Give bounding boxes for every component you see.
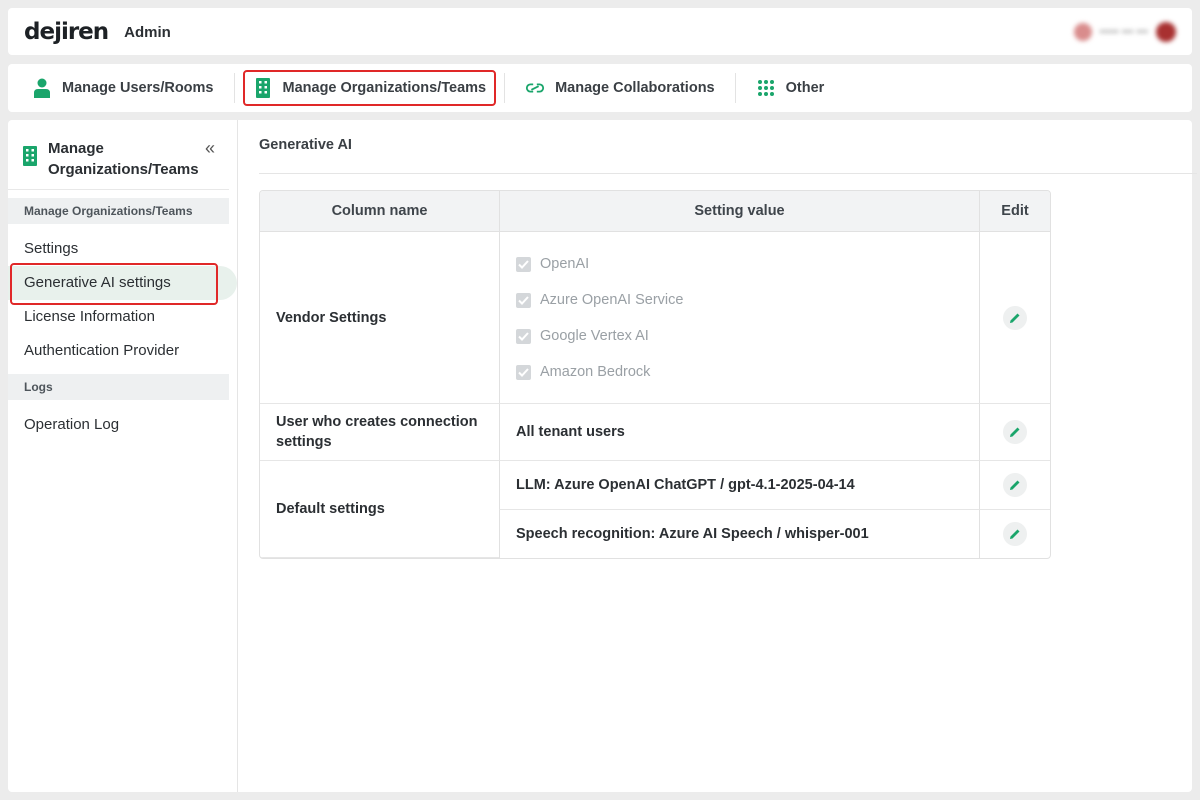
- top-nav: Manage Users/Rooms Manage Organizations/…: [8, 64, 1192, 112]
- link-icon: [525, 78, 545, 98]
- column-header: Column name: [260, 191, 499, 232]
- row-value: LLM: Azure OpenAI ChatGPT / gpt-4.1-2025…: [499, 461, 979, 510]
- grid-dots-icon: [756, 78, 776, 98]
- vendor-label: Amazon Bedrock: [540, 364, 651, 380]
- sidebar-section-header: Manage Organizations/Teams: [8, 198, 229, 224]
- table-row: Default settings LLM: Azure OpenAI ChatG…: [260, 461, 1050, 558]
- sidebar-title: Manage Organizations/Teams: [48, 140, 199, 178]
- row-name: Vendor Settings: [260, 232, 499, 404]
- edit-cell: [979, 232, 1050, 404]
- row-value: All tenant users: [499, 404, 979, 461]
- nav-manage-collaborations[interactable]: Manage Collaborations: [513, 70, 727, 106]
- vendor-label: Google Vertex AI: [540, 328, 649, 344]
- nav-manage-organizations-teams[interactable]: Manage Organizations/Teams: [242, 70, 497, 106]
- row-value: Speech recognition: Azure AI Speech / wh…: [499, 510, 979, 558]
- column-header: Setting value: [499, 191, 979, 232]
- vendor-checkbox-item: Amazon Bedrock: [516, 354, 963, 390]
- divider: [233, 73, 235, 103]
- app-title: Admin: [124, 24, 171, 41]
- avatar: [1156, 21, 1176, 42]
- nav-label: Manage Users/Rooms: [62, 80, 214, 96]
- vendor-checkbox-item: Azure OpenAI Service: [516, 282, 963, 318]
- settings-table: Column name Setting value Edit Vendor Se…: [259, 190, 1051, 559]
- vendor-checkbox-item: Google Vertex AI: [516, 318, 963, 354]
- checkbox-checked-icon: [516, 364, 531, 380]
- checkbox-checked-icon: [516, 328, 531, 344]
- nav-manage-users-rooms[interactable]: Manage Users/Rooms: [20, 70, 226, 106]
- sidebar: Manage Organizations/Teams « Manage Orga…: [8, 120, 238, 792]
- user-icon: [32, 78, 52, 98]
- edit-cell: [979, 461, 1050, 510]
- collapse-sidebar-icon[interactable]: «: [205, 139, 215, 177]
- nav-label: Other: [785, 80, 825, 96]
- divider: [504, 73, 506, 103]
- sidebar-item-authentication-provider[interactable]: Authentication Provider: [8, 334, 237, 368]
- user-info: ••••• ••• •••: [1099, 25, 1148, 38]
- logo: dejiren: [24, 18, 109, 45]
- edit-cell: [979, 510, 1050, 558]
- content-card: Manage Organizations/Teams « Manage Orga…: [8, 120, 1197, 792]
- divider: [734, 73, 736, 103]
- user-avatar-icon: [1073, 22, 1092, 41]
- vendor-label: OpenAI: [540, 256, 590, 272]
- pencil-icon: [1010, 313, 1020, 323]
- divider: [259, 173, 1197, 174]
- sidebar-item-settings[interactable]: Settings: [8, 232, 237, 266]
- edit-speech-default-button[interactable]: [1003, 522, 1027, 546]
- pencil-icon: [1010, 529, 1020, 539]
- table-row: Vendor Settings OpenAI Azure OpenAI Serv…: [260, 232, 1050, 404]
- edit-vendor-settings-button[interactable]: [1003, 305, 1027, 330]
- nav-label: Manage Organizations/Teams: [282, 80, 487, 96]
- checkbox-checked-icon: [516, 256, 531, 272]
- column-header: Edit: [979, 191, 1050, 232]
- pencil-icon: [1010, 480, 1020, 490]
- edit-connection-creator-button[interactable]: [1003, 420, 1027, 444]
- sidebar-item-operation-log[interactable]: Operation Log: [8, 408, 237, 442]
- vendor-checkbox-item: OpenAI: [516, 246, 963, 282]
- table-row: User who creates connection settings All…: [260, 404, 1050, 461]
- table-header-row: Column name Setting value Edit: [260, 191, 1050, 232]
- main-content: Generative AI Column name Setting value …: [259, 120, 1197, 792]
- vendor-label: Azure OpenAI Service: [540, 292, 684, 308]
- app-header: dejiren Admin ••••• ••• •••: [8, 8, 1192, 55]
- building-icon: [253, 78, 273, 98]
- nav-other[interactable]: Other: [744, 70, 837, 106]
- edit-llm-default-button[interactable]: [1003, 473, 1027, 497]
- sidebar-header: Manage Organizations/Teams «: [8, 120, 229, 190]
- nav-label: Manage Collaborations: [555, 80, 715, 96]
- checkbox-checked-icon: [516, 292, 531, 308]
- sidebar-section-header: Logs: [8, 374, 229, 400]
- sidebar-item-generative-ai-settings[interactable]: Generative AI settings: [8, 263, 237, 305]
- user-menu[interactable]: ••••• ••• •••: [1073, 21, 1176, 42]
- edit-cell: [979, 404, 1050, 461]
- building-icon: [22, 146, 38, 177]
- page-title: Generative AI: [259, 137, 352, 153]
- vendor-cell: OpenAI Azure OpenAI Service Google Verte…: [499, 232, 979, 404]
- row-name: User who creates connection settings: [260, 404, 499, 461]
- pencil-icon: [1010, 427, 1020, 437]
- row-name: Default settings: [260, 461, 499, 558]
- sidebar-item-license-information[interactable]: License Information: [8, 300, 237, 334]
